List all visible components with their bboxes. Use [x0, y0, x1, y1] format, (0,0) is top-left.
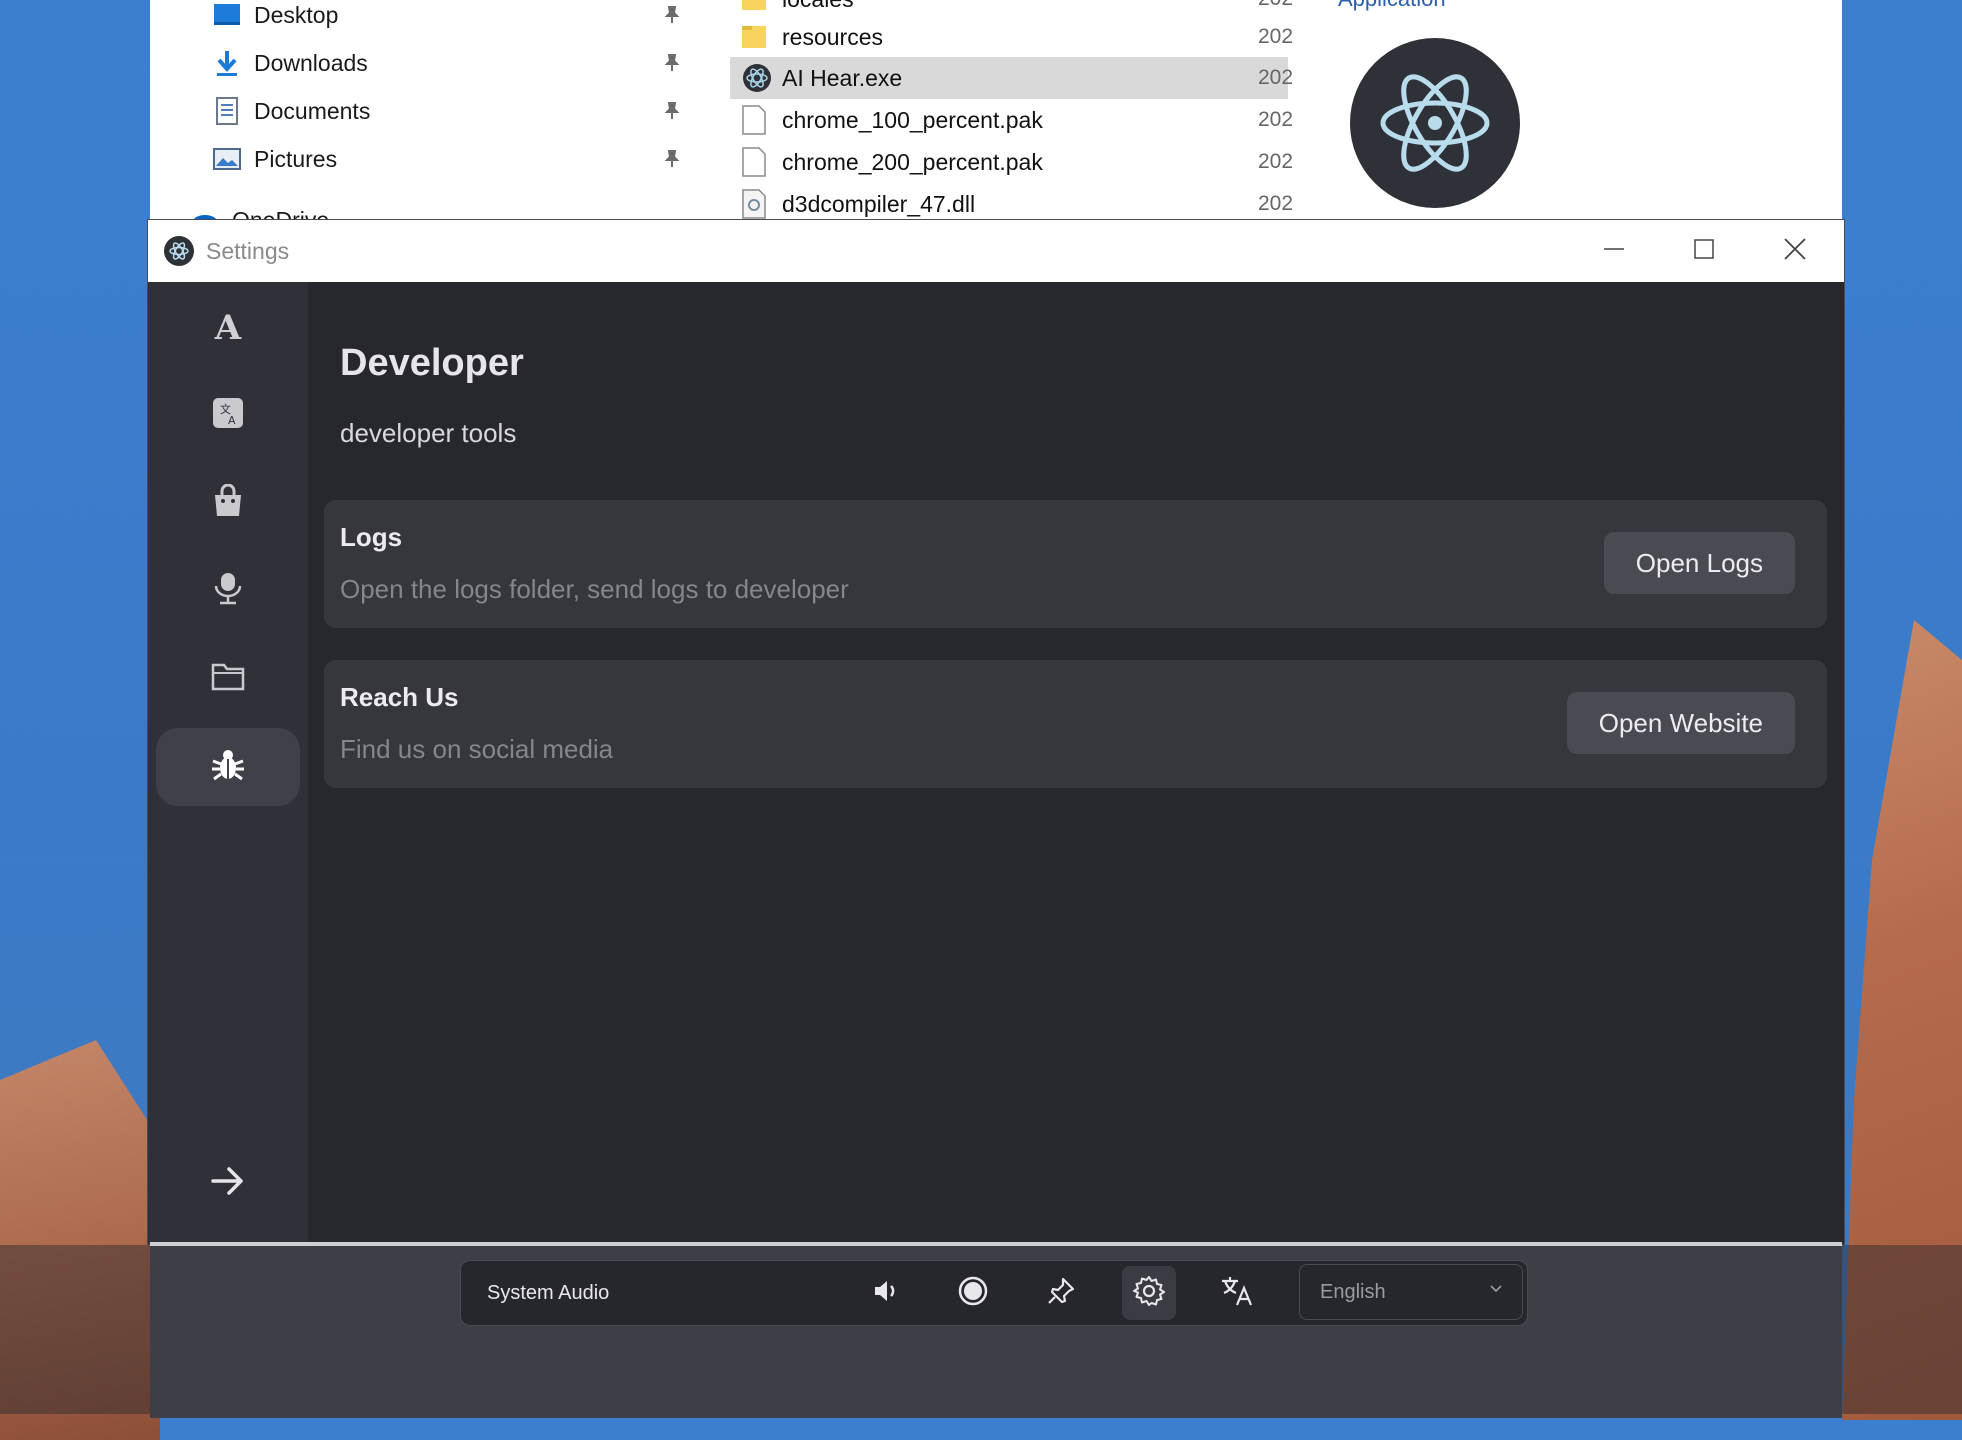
bug-icon: [210, 747, 246, 788]
settings-button[interactable]: [1122, 1266, 1176, 1320]
card-description: Find us on social media: [340, 734, 614, 764]
page-subtitle: developer tools: [340, 418, 517, 448]
file-explorer-window: Desktop Downloads Documents Pictures One…: [150, 0, 1842, 222]
control-toolbar: System Audio English: [460, 1260, 1528, 1326]
pin-icon[interactable]: [662, 101, 682, 121]
arrow-right-icon: [211, 1166, 245, 1201]
folder-icon: [742, 0, 766, 14]
font-letter-icon: A: [214, 308, 242, 348]
sidebar-item-files[interactable]: [156, 639, 300, 717]
translate-button[interactable]: [1210, 1266, 1264, 1320]
documents-icon: [212, 96, 242, 126]
microphone-icon: [212, 571, 244, 610]
dll-file-icon: [742, 189, 766, 219]
close-button[interactable]: [1751, 220, 1839, 282]
file-icon: [742, 147, 766, 177]
pin-icon[interactable]: [662, 53, 682, 73]
gear-icon: [1133, 1275, 1165, 1312]
app-icon: [164, 236, 194, 266]
file-row[interactable]: resources 202: [730, 16, 1293, 58]
reach-us-card: Reach Us Find us on social media Open We…: [324, 660, 1827, 788]
maximize-icon: [1693, 238, 1715, 265]
close-icon: [1783, 237, 1807, 266]
nav-item-desktop[interactable]: Desktop: [212, 0, 338, 35]
shopping-bag-icon: [212, 483, 244, 523]
title-bar[interactable]: Settings: [148, 220, 1844, 282]
logs-card: Logs Open the logs folder, send logs to …: [324, 500, 1827, 628]
language-value: English: [1320, 1280, 1386, 1303]
card-title: Logs: [340, 522, 403, 552]
nav-item-pictures[interactable]: Pictures: [212, 139, 337, 179]
sidebar-item-audio[interactable]: [156, 551, 300, 629]
record-button[interactable]: [946, 1266, 1000, 1320]
file-row-selected[interactable]: AI Hear.exe 202: [730, 57, 1293, 99]
exit-settings-button[interactable]: [156, 1144, 300, 1222]
minimize-button[interactable]: [1570, 220, 1658, 282]
app-preview-icon: [1350, 38, 1520, 208]
translate-icon: [1220, 1275, 1254, 1312]
file-row[interactable]: chrome_200_percent.pak 202: [730, 141, 1293, 183]
preview-type-label: Application: [1338, 0, 1446, 12]
sidebar-item-appearance[interactable]: A: [156, 289, 300, 367]
minimize-icon: [1603, 238, 1625, 265]
sidebar-item-developer[interactable]: [156, 728, 300, 806]
folder-icon: [742, 22, 766, 52]
sidebar-item-store[interactable]: [156, 464, 300, 542]
open-website-button[interactable]: Open Website: [1566, 692, 1795, 754]
svg-text:A: A: [228, 414, 236, 427]
page-title: Developer: [340, 342, 524, 384]
translate-box-icon: 文A: [211, 396, 245, 435]
pin-window-button[interactable]: [1034, 1266, 1088, 1320]
file-row[interactable]: chrome_100_percent.pak 202: [730, 99, 1293, 141]
file-row[interactable]: d3dcompiler_47.dll 202: [730, 183, 1293, 222]
pictures-icon: [212, 144, 242, 174]
speaker-icon: [871, 1276, 901, 1311]
pin-icon: [1046, 1276, 1076, 1311]
chevron-down-icon: [1488, 1280, 1504, 1303]
record-icon: [957, 1275, 989, 1312]
language-select[interactable]: English: [1299, 1264, 1523, 1320]
folder-icon: [211, 661, 245, 696]
card-description: Open the logs folder, send logs to devel…: [340, 574, 849, 604]
open-logs-button[interactable]: Open Logs: [1603, 532, 1795, 594]
settings-content: Developer developer tools Logs Open the …: [308, 282, 1844, 1244]
download-icon: [212, 48, 242, 78]
nav-item-downloads[interactable]: Downloads: [212, 43, 368, 83]
settings-window: Settings A 文A Developer developer tools …: [148, 220, 1844, 1244]
electron-app-icon: [742, 63, 771, 93]
desktop-icon: [212, 0, 242, 30]
caption-bar: System Audio English: [150, 1242, 1842, 1418]
nav-item-onedrive[interactable]: OneDrive: [190, 200, 329, 222]
nav-item-documents[interactable]: Documents: [212, 91, 370, 131]
maximize-button[interactable]: [1660, 220, 1748, 282]
speaker-button[interactable]: [859, 1266, 913, 1320]
settings-sidebar: A 文A: [148, 282, 308, 1244]
pin-icon[interactable]: [662, 5, 682, 25]
window-title: Settings: [206, 237, 290, 264]
file-icon: [742, 105, 766, 135]
audio-source-label[interactable]: System Audio: [487, 1261, 609, 1325]
sidebar-item-translation[interactable]: 文A: [156, 376, 300, 454]
card-title: Reach Us: [340, 682, 459, 712]
pin-icon[interactable]: [662, 149, 682, 169]
